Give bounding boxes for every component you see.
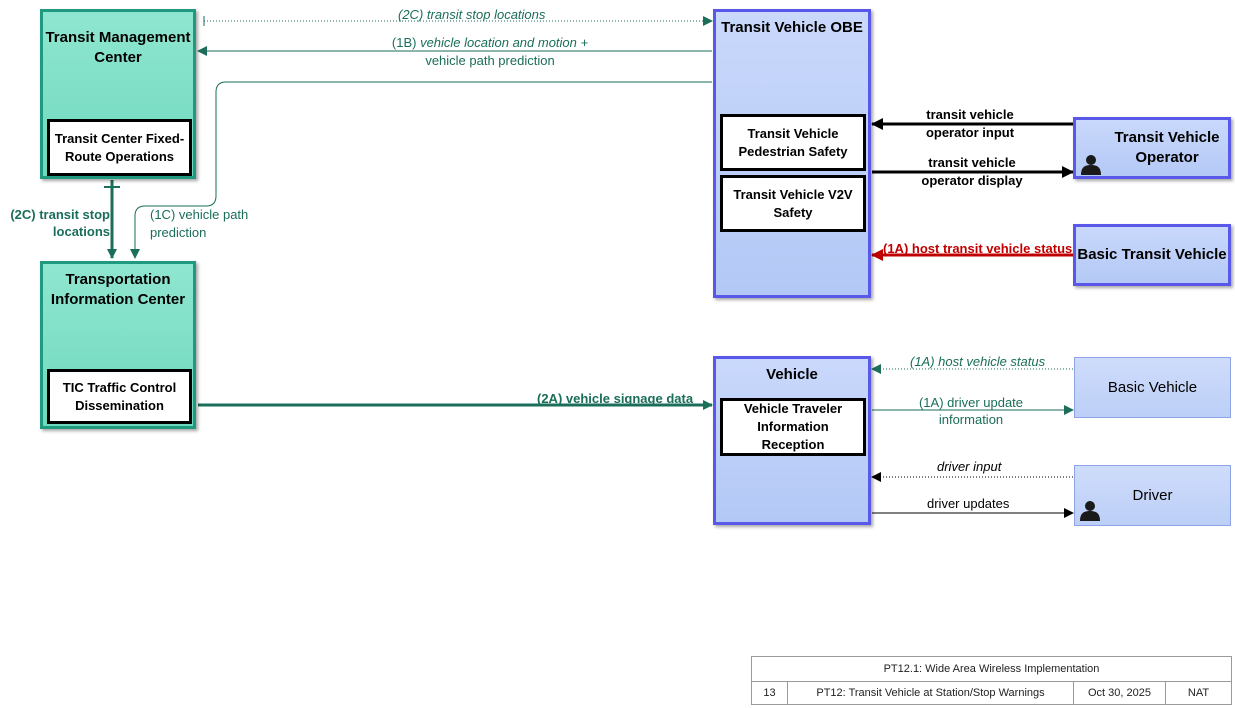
- flow-1b-label-line2: vehicle path prediction: [425, 53, 555, 68]
- transit-management-center-box: Transit Management Center Transit Center…: [40, 9, 196, 179]
- basic-vehicle-box: Basic Vehicle: [1074, 357, 1231, 418]
- footer-name: PT12: Transit Vehicle at Station/Stop Wa…: [788, 681, 1074, 705]
- flow-1c-label-line2: prediction: [150, 225, 207, 240]
- flow-1c-label: (1C) vehicle path: [150, 207, 249, 222]
- person-icon: [1081, 155, 1101, 175]
- flow-op-input-label-line2: operator input: [925, 125, 1015, 140]
- tv-operator-title: Transit Vehicle Operator: [1114, 129, 1220, 166]
- footer-tag: NAT: [1187, 687, 1210, 699]
- transportation-information-center-box: Transportation Information Center TIC Tr…: [40, 261, 196, 429]
- architecture-diagram: Transit Management Center Transit Center…: [0, 0, 1235, 708]
- tmc-fixed-route-operations: Transit Center Fixed-Route Operations: [47, 119, 192, 176]
- tv-obe-title: Transit Vehicle OBE: [721, 19, 863, 36]
- flow-2c-left-label-line2: locations: [52, 224, 110, 239]
- basic-transit-vehicle-title: Basic Transit Vehicle: [1077, 246, 1227, 263]
- flow-driver-input-label: driver input: [937, 459, 1002, 474]
- flow-1b-label: (1B) vehicle location and motion +: [391, 35, 589, 50]
- basic-transit-vehicle-box: Basic Transit Vehicle: [1073, 224, 1231, 286]
- flow-op-display-label: transit vehicle: [928, 155, 1016, 170]
- flow-1a-driver-update-label: (1A) driver update: [918, 395, 1024, 410]
- flow-1a-host-transit-label: (1A) host transit vehicle status: [883, 241, 1073, 256]
- flow-driver-updates-label: driver updates: [927, 496, 1010, 511]
- tv-v2v-safety: Transit Vehicle V2V Safety: [720, 175, 866, 232]
- footer-date: Oct 30, 2025: [1074, 681, 1166, 705]
- flow-1a-driver-update-label-line2: information: [938, 412, 1004, 427]
- transit-vehicle-obe-box: Transit Vehicle OBE Transit Vehicle Pede…: [713, 9, 871, 298]
- footer-title: PT12.1: Wide Area Wireless Implementatio…: [752, 657, 1231, 682]
- flow-2c-left-label: (2C) transit stop: [10, 207, 110, 222]
- basic-vehicle-title: Basic Vehicle: [1107, 378, 1198, 396]
- tic-traffic-control-dissemination: TIC Traffic Control Dissemination: [47, 369, 192, 424]
- flow-1c-line: [130, 81, 712, 259]
- driver-title: Driver: [1132, 486, 1173, 504]
- tic-title: Transportation Information Center: [50, 271, 186, 308]
- driver-box: Driver: [1074, 465, 1231, 526]
- footer-page: 13: [752, 681, 788, 705]
- tmc-title: Transit Management Center: [45, 29, 191, 66]
- vehicle-traveler-information-reception: Vehicle Traveler Information Reception: [720, 398, 866, 456]
- flow-1a-host-vehicle-label: (1A) host vehicle status: [910, 354, 1046, 369]
- person-icon: [1080, 501, 1100, 521]
- flow-2c-top-label: (2C) transit stop locations: [398, 7, 546, 22]
- transit-vehicle-operator-box: Transit Vehicle Operator: [1073, 117, 1231, 179]
- flow-op-input-label: transit vehicle: [926, 107, 1014, 122]
- tv-pedestrian-safety: Transit Vehicle Pedestrian Safety: [720, 114, 866, 171]
- diagram-footer: PT12.1: Wide Area Wireless Implementatio…: [751, 656, 1232, 705]
- flow-op-display-label-line2: operator display: [921, 173, 1023, 188]
- vehicle-box: Vehicle Vehicle Traveler Information Rec…: [713, 356, 871, 525]
- vehicle-title: Vehicle: [766, 366, 818, 383]
- flow-2a-label: (2A) vehicle signage data: [537, 391, 694, 406]
